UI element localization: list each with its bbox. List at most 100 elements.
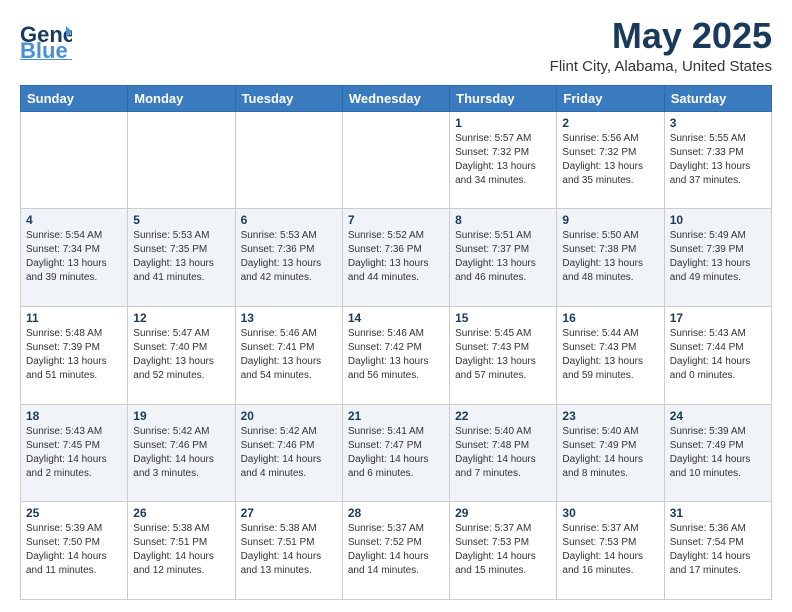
calendar-table: Sunday Monday Tuesday Wednesday Thursday… [20, 85, 772, 600]
day-cell-w3-d4: 22Sunrise: 5:40 AM Sunset: 7:48 PM Dayli… [450, 404, 557, 502]
day-cell-w3-d2: 20 Sunrise: 5:42 AM Sunset: 7:46 PM Dayli… [235, 404, 342, 502]
day-number-w0-d4: 1 [455, 116, 551, 130]
day-info-w3-d6: Sunrise: 5:39 AM Sunset: 7:49 PM Dayligh… [670, 425, 766, 481]
day-cell-w0-d4: 1 Sunrise: 5:57 AM Sunset: 7:32 PM Daylig… [450, 111, 557, 209]
day-info-w0-d4: Sunrise: 5:57 AM Sunset: 7:32 PM Dayligh… [455, 132, 551, 188]
day-cell-w3-d5: 23Sunrise: 5:40 AM Sunset: 7:49 PM Dayli… [557, 404, 664, 502]
day-number-w4-d0: 25 [26, 506, 122, 520]
day-info-w3-d2: Sunrise: 5:42 AM Sunset: 7:46 PM Dayligh… [241, 425, 337, 481]
day-cell-w1-d1: 5 Sunrise: 5:53 AM Sunset: 7:35 PM Daylig… [128, 209, 235, 307]
title-block: May 2025 Flint City, Alabama, United Sta… [550, 16, 772, 75]
day-cell-w1-d6: 10Sunrise: 5:49 AM Sunset: 7:39 PM Dayli… [664, 209, 771, 307]
day-number-w1-d4: 8 [455, 213, 551, 227]
day-cell-w2-d6: 17 Sunrise: 5:43 AM Sunset: 7:44 PM Dayli… [664, 306, 771, 404]
day-number-w1-d5: 9 [562, 213, 658, 227]
logo-icon: General Blue [20, 16, 72, 65]
day-number-w1-d3: 7 [348, 213, 444, 227]
col-tuesday: Tuesday [235, 85, 342, 111]
day-info-w1-d5: Sunrise: 5:50 AM Sunset: 7:38 PM Dayligh… [562, 229, 658, 285]
day-cell-w0-d1 [128, 111, 235, 209]
day-cell-w1-d3: 7 Sunrise: 5:52 AM Sunset: 7:36 PM Daylig… [342, 209, 449, 307]
day-cell-w3-d1: 19 Sunrise: 5:42 AM Sunset: 7:46 PM Dayli… [128, 404, 235, 502]
calendar-header-row: Sunday Monday Tuesday Wednesday Thursday… [21, 85, 772, 111]
day-cell-w2-d5: 16Sunrise: 5:44 AM Sunset: 7:43 PM Dayli… [557, 306, 664, 404]
day-info-w2-d1: Sunrise: 5:47 AM Sunset: 7:40 PM Dayligh… [133, 327, 229, 383]
day-info-w1-d3: Sunrise: 5:52 AM Sunset: 7:36 PM Dayligh… [348, 229, 444, 285]
day-cell-w4-d2: 27 Sunrise: 5:38 AM Sunset: 7:51 PM Dayli… [235, 502, 342, 600]
header: General Blue May 2025 Flint City, Alabam… [20, 16, 772, 75]
day-info-w1-d1: Sunrise: 5:53 AM Sunset: 7:35 PM Dayligh… [133, 229, 229, 285]
day-info-w4-d6: Sunrise: 5:36 AM Sunset: 7:54 PM Dayligh… [670, 522, 766, 578]
day-cell-w4-d5: 30Sunrise: 5:37 AM Sunset: 7:53 PM Dayli… [557, 502, 664, 600]
day-info-w3-d5: Sunrise: 5:40 AM Sunset: 7:49 PM Dayligh… [562, 425, 658, 481]
day-number-w2-d0: 11 [26, 311, 122, 325]
day-cell-w2-d4: 15 Sunrise: 5:45 AM Sunset: 7:43 PM Dayli… [450, 306, 557, 404]
day-cell-w3-d3: 21 Sunrise: 5:41 AM Sunset: 7:47 PM Dayli… [342, 404, 449, 502]
day-info-w2-d4: Sunrise: 5:45 AM Sunset: 7:43 PM Dayligh… [455, 327, 551, 383]
day-number-w2-d3: 14 [348, 311, 444, 325]
day-number-w0-d5: 2 [562, 116, 658, 130]
day-info-w0-d5: Sunrise: 5:56 AM Sunset: 7:32 PM Dayligh… [562, 132, 658, 188]
day-info-w4-d2: Sunrise: 5:38 AM Sunset: 7:51 PM Dayligh… [241, 522, 337, 578]
day-info-w3-d1: Sunrise: 5:42 AM Sunset: 7:46 PM Dayligh… [133, 425, 229, 481]
day-info-w2-d6: Sunrise: 5:43 AM Sunset: 7:44 PM Dayligh… [670, 327, 766, 383]
day-number-w4-d1: 26 [133, 506, 229, 520]
day-number-w0-d6: 3 [670, 116, 766, 130]
day-number-w2-d6: 17 [670, 311, 766, 325]
day-cell-w0-d5: 2 Sunrise: 5:56 AM Sunset: 7:32 PM Daylig… [557, 111, 664, 209]
day-info-w2-d0: Sunrise: 5:48 AM Sunset: 7:39 PM Dayligh… [26, 327, 122, 383]
day-cell-w2-d3: 14 Sunrise: 5:46 AM Sunset: 7:42 PM Dayli… [342, 306, 449, 404]
col-wednesday: Wednesday [342, 85, 449, 111]
day-number-w2-d2: 13 [241, 311, 337, 325]
week-row-2: 11 Sunrise: 5:48 AM Sunset: 7:39 PM Dayli… [21, 306, 772, 404]
day-number-w2-d4: 15 [455, 311, 551, 325]
col-friday: Friday [557, 85, 664, 111]
col-saturday: Saturday [664, 85, 771, 111]
day-number-w3-d3: 21 [348, 409, 444, 423]
day-info-w0-d6: Sunrise: 5:55 AM Sunset: 7:33 PM Dayligh… [670, 132, 766, 188]
day-cell-w0-d2 [235, 111, 342, 209]
day-cell-w0-d6: 3 Sunrise: 5:55 AM Sunset: 7:33 PM Daylig… [664, 111, 771, 209]
day-info-w4-d1: Sunrise: 5:38 AM Sunset: 7:51 PM Dayligh… [133, 522, 229, 578]
day-cell-w3-d6: 24 Sunrise: 5:39 AM Sunset: 7:49 PM Dayli… [664, 404, 771, 502]
day-number-w4-d3: 28 [348, 506, 444, 520]
day-number-w1-d2: 6 [241, 213, 337, 227]
day-number-w3-d0: 18 [26, 409, 122, 423]
day-number-w3-d2: 20 [241, 409, 337, 423]
page: General Blue May 2025 Flint City, Alabam… [0, 0, 792, 612]
day-info-w4-d5: Sunrise: 5:37 AM Sunset: 7:53 PM Dayligh… [562, 522, 658, 578]
day-info-w3-d3: Sunrise: 5:41 AM Sunset: 7:47 PM Dayligh… [348, 425, 444, 481]
day-info-w1-d6: Sunrise: 5:49 AM Sunset: 7:39 PM Dayligh… [670, 229, 766, 285]
day-number-w1-d1: 5 [133, 213, 229, 227]
main-title: May 2025 [550, 16, 772, 56]
day-info-w2-d2: Sunrise: 5:46 AM Sunset: 7:41 PM Dayligh… [241, 327, 337, 383]
day-cell-w4-d1: 26 Sunrise: 5:38 AM Sunset: 7:51 PM Dayli… [128, 502, 235, 600]
day-number-w4-d2: 27 [241, 506, 337, 520]
day-number-w1-d0: 4 [26, 213, 122, 227]
day-cell-w0-d0 [21, 111, 128, 209]
svg-text:Blue: Blue [20, 38, 68, 60]
col-thursday: Thursday [450, 85, 557, 111]
day-cell-w4-d0: 25Sunrise: 5:39 AM Sunset: 7:50 PM Dayli… [21, 502, 128, 600]
day-cell-w4-d3: 28 Sunrise: 5:37 AM Sunset: 7:52 PM Dayli… [342, 502, 449, 600]
day-number-w3-d6: 24 [670, 409, 766, 423]
day-info-w2-d3: Sunrise: 5:46 AM Sunset: 7:42 PM Dayligh… [348, 327, 444, 383]
day-number-w3-d1: 19 [133, 409, 229, 423]
week-row-3: 18Sunrise: 5:43 AM Sunset: 7:45 PM Dayli… [21, 404, 772, 502]
col-monday: Monday [128, 85, 235, 111]
day-cell-w1-d5: 9 Sunrise: 5:50 AM Sunset: 7:38 PM Daylig… [557, 209, 664, 307]
day-cell-w2-d1: 12Sunrise: 5:47 AM Sunset: 7:40 PM Dayli… [128, 306, 235, 404]
day-cell-w3-d0: 18Sunrise: 5:43 AM Sunset: 7:45 PM Dayli… [21, 404, 128, 502]
day-info-w4-d3: Sunrise: 5:37 AM Sunset: 7:52 PM Dayligh… [348, 522, 444, 578]
day-info-w2-d5: Sunrise: 5:44 AM Sunset: 7:43 PM Dayligh… [562, 327, 658, 383]
day-number-w4-d4: 29 [455, 506, 551, 520]
day-cell-w2-d2: 13 Sunrise: 5:46 AM Sunset: 7:41 PM Dayli… [235, 306, 342, 404]
week-row-1: 4Sunrise: 5:54 AM Sunset: 7:34 PM Daylig… [21, 209, 772, 307]
day-cell-w1-d0: 4Sunrise: 5:54 AM Sunset: 7:34 PM Daylig… [21, 209, 128, 307]
col-sunday: Sunday [21, 85, 128, 111]
subtitle: Flint City, Alabama, United States [550, 58, 772, 75]
day-info-w4-d4: Sunrise: 5:37 AM Sunset: 7:53 PM Dayligh… [455, 522, 551, 578]
day-cell-w4-d4: 29 Sunrise: 5:37 AM Sunset: 7:53 PM Dayli… [450, 502, 557, 600]
day-cell-w1-d4: 8 Sunrise: 5:51 AM Sunset: 7:37 PM Daylig… [450, 209, 557, 307]
day-info-w1-d4: Sunrise: 5:51 AM Sunset: 7:37 PM Dayligh… [455, 229, 551, 285]
